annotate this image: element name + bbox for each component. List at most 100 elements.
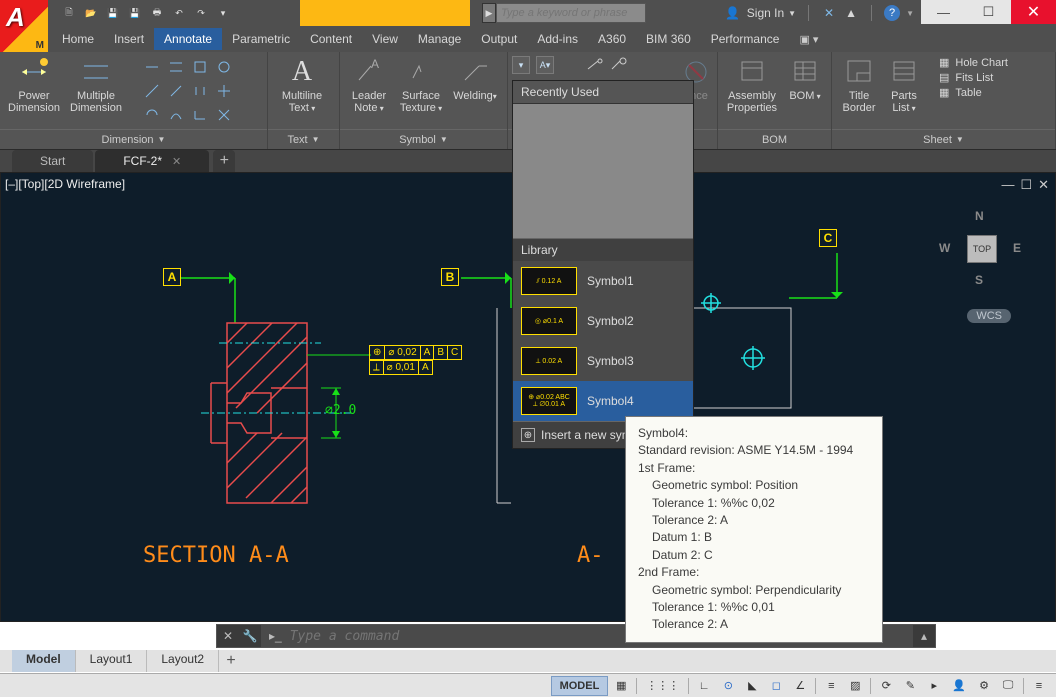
mini-tool-icon[interactable]: ▾ (512, 56, 530, 74)
panel-title-text[interactable]: Text ▼ (268, 129, 339, 149)
power-dimension-button[interactable]: Power Dimension (6, 56, 62, 114)
layout-add-button[interactable]: + (219, 650, 243, 672)
status-transparency-icon[interactable]: ▨ (844, 676, 866, 696)
status-scale-icon[interactable]: 👤 (947, 676, 971, 696)
status-cycle-icon[interactable]: ⟳ (875, 676, 897, 696)
tab-manage[interactable]: Manage (408, 28, 471, 50)
bom-button[interactable]: BOM ▾ (786, 56, 824, 102)
tab-content[interactable]: Content (300, 28, 362, 50)
panel-title-dimension[interactable]: Dimension ▼ (0, 129, 267, 149)
app-logo[interactable]: A M (0, 0, 48, 52)
fits-list-button[interactable]: ▤Fits List (939, 71, 1008, 84)
dim-tool-icon[interactable] (189, 56, 211, 78)
wcs-label[interactable]: WCS (967, 309, 1011, 323)
status-iso-icon[interactable]: ◣ (741, 676, 763, 696)
help-icon[interactable]: ? (884, 5, 900, 21)
status-customize-icon[interactable]: ≡ (1028, 676, 1050, 696)
status-lineweight-icon[interactable]: ≡ (820, 676, 842, 696)
welding-button[interactable]: Welding▾ (450, 56, 500, 102)
tab-home[interactable]: Home (52, 28, 104, 50)
dim-tool-icon[interactable] (189, 104, 211, 126)
viewcube-w[interactable]: W (939, 241, 950, 255)
panel-title-symbol[interactable]: Symbol ▼ (340, 129, 507, 149)
close-tab-icon[interactable]: ✕ (172, 155, 181, 168)
status-model-button[interactable]: MODEL (551, 676, 609, 696)
dim-tool-icon[interactable] (165, 104, 187, 126)
dim-tool-icon[interactable] (189, 80, 211, 102)
library-symbol2[interactable]: ◎ ⌀0.1 A Symbol2 (513, 301, 693, 341)
layout-tab-model[interactable]: Model (12, 650, 76, 672)
status-grid-icon[interactable]: ▦ (610, 676, 632, 696)
window-close-button[interactable]: ✕ (1011, 0, 1056, 24)
dim-tool-icon[interactable] (165, 80, 187, 102)
library-symbol3[interactable]: ⟂ 0.02 A Symbol3 (513, 341, 693, 381)
mini-tool-icon[interactable] (610, 56, 628, 74)
search-input[interactable] (496, 3, 646, 23)
viewcube-top-face[interactable]: TOP (967, 235, 997, 263)
layout-tab-2[interactable]: Layout2 (147, 650, 219, 672)
status-osnap-icon[interactable]: ◻ (765, 676, 787, 696)
surface-texture-button[interactable]: Surface Texture ▾ (398, 56, 444, 114)
cmd-recent-icon[interactable]: ▴ (913, 629, 935, 643)
doctab-start[interactable]: Start (12, 150, 93, 172)
status-monitor-icon[interactable]: 🖵 (997, 676, 1019, 696)
app-icon[interactable]: ▲ (843, 5, 859, 21)
qat-more-icon[interactable]: ▾ (214, 5, 232, 21)
tab-output[interactable]: Output (471, 28, 527, 50)
status-polar-icon[interactable]: ⊙ (717, 676, 739, 696)
viewport-minimize-icon[interactable]: — (1001, 177, 1014, 193)
signin-icon[interactable]: 👤 (725, 5, 741, 21)
tab-a360[interactable]: A360 (588, 28, 636, 50)
qat-undo-icon[interactable]: ↶ (170, 5, 188, 21)
hole-chart-button[interactable]: ▦Hole Chart (939, 56, 1008, 69)
tab-performance[interactable]: Performance (701, 28, 790, 50)
viewcube-s[interactable]: S (975, 273, 983, 287)
tab-parametric[interactable]: Parametric (222, 28, 300, 50)
qat-open-icon[interactable]: 📂 (82, 5, 100, 21)
library-symbol4[interactable]: ⊕ ⌀0.02 ABC ⟂ ⌀0.01 A Symbol4 (513, 381, 693, 421)
status-more-icon[interactable]: ▸ (923, 676, 945, 696)
doctab-fcf2[interactable]: FCF-2*✕ (95, 150, 209, 172)
multiline-text-button[interactable]: A Multiline Text ▾ (274, 56, 330, 114)
multiple-dimension-button[interactable]: Multiple Dimension (68, 56, 124, 114)
dim-tool-icon[interactable] (213, 56, 235, 78)
layout-tab-1[interactable]: Layout1 (76, 650, 148, 672)
search-arrow-icon[interactable]: ▶ (482, 3, 496, 23)
title-border-button[interactable]: Title Border (838, 56, 880, 114)
viewport-close-icon[interactable]: ✕ (1038, 177, 1049, 193)
dim-tool-icon[interactable] (141, 80, 163, 102)
tab-overflow-icon[interactable]: ▣ ▾ (799, 33, 818, 46)
qat-redo-icon[interactable]: ↷ (192, 5, 210, 21)
qat-save-icon[interactable]: 💾 (104, 5, 122, 21)
status-ortho-icon[interactable]: ∟ (693, 676, 715, 696)
tab-bim360[interactable]: BIM 360 (636, 28, 701, 50)
assembly-properties-button[interactable]: Assembly Properties (724, 56, 780, 114)
window-minimize-button[interactable]: — (921, 0, 966, 24)
status-workspace-icon[interactable]: ⚙ (973, 676, 995, 696)
parts-list-button[interactable]: Parts List ▾ (886, 56, 922, 114)
viewport-label[interactable]: [–][Top][2D Wireframe] (5, 177, 125, 191)
signin-button[interactable]: Sign In ▼ (747, 6, 796, 20)
dim-tool-icon[interactable] (165, 56, 187, 78)
panel-title-sheet[interactable]: Sheet ▼ (832, 129, 1055, 149)
viewport-maximize-icon[interactable]: ☐ (1020, 177, 1032, 193)
dim-tool-icon[interactable] (213, 80, 235, 102)
qat-plot-icon[interactable]: 🖶 (148, 5, 166, 21)
viewcube-e[interactable]: E (1013, 241, 1021, 255)
qat-saveas-icon[interactable]: 💾 (126, 5, 144, 21)
viewcube-n[interactable]: N (975, 209, 984, 223)
dim-tool-icon[interactable] (141, 56, 163, 78)
window-maximize-button[interactable]: ☐ (966, 0, 1011, 24)
mini-tool-icon[interactable] (586, 56, 604, 74)
tab-view[interactable]: View (362, 28, 408, 50)
table-button[interactable]: ▦Table (939, 86, 1008, 99)
qat-new-icon[interactable]: 🗎 (60, 5, 78, 21)
add-tab-button[interactable]: + (213, 150, 235, 172)
tab-annotate[interactable]: Annotate (154, 28, 222, 50)
status-snap-icon[interactable]: ⋮⋮⋮ (641, 676, 684, 696)
dim-tool-icon[interactable] (213, 104, 235, 126)
view-cube[interactable]: N S W E TOP (945, 213, 1015, 283)
mini-tool-icon[interactable]: A▾ (536, 56, 554, 74)
tab-addins[interactable]: Add-ins (527, 28, 588, 50)
dim-tool-icon[interactable] (141, 104, 163, 126)
